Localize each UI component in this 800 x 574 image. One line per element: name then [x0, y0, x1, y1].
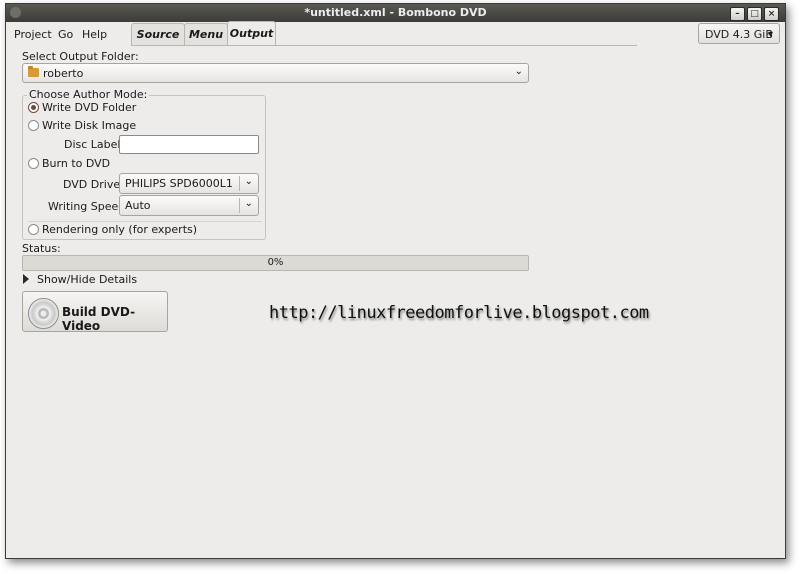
writing-speed-select[interactable]: Auto ⌄: [119, 195, 259, 216]
radio-write-dvd-folder[interactable]: [28, 102, 39, 113]
progress-bar: 0%: [22, 255, 529, 271]
disc-label-label: Disc Label:: [64, 138, 125, 151]
radio-rendering-only[interactable]: [28, 224, 39, 235]
app-window: *untitled.xml - Bombono DVD – □ × Projec…: [5, 3, 786, 559]
writing-speed-label: Writing Speed:: [48, 200, 129, 213]
dvd-drive-label: DVD Drive:: [63, 178, 124, 191]
dvd-drive-select[interactable]: PHILIPS SPD6000L1 ⌄: [119, 173, 259, 194]
tab-source[interactable]: Source: [131, 23, 185, 45]
output-folder-value: roberto: [43, 67, 84, 80]
writing-speed-value: Auto: [125, 199, 151, 212]
combo-separator: [239, 176, 240, 191]
disc-label-input[interactable]: [119, 135, 259, 154]
window-title: *untitled.xml - Bombono DVD: [304, 6, 487, 19]
menu-go[interactable]: Go: [58, 28, 73, 41]
title-bar[interactable]: *untitled.xml - Bombono DVD – □ ×: [6, 4, 785, 22]
tab-menu[interactable]: Menu: [184, 23, 228, 45]
build-dvd-video-button[interactable]: Build DVD-Video: [22, 291, 168, 333]
combo-separator: [239, 198, 240, 213]
disc-type-select[interactable]: DVD 4.3 GiB ▾: [698, 23, 780, 44]
tab-output[interactable]: Output: [227, 21, 276, 45]
chevron-down-icon: ⌄: [244, 198, 253, 209]
radio-burn-to-dvd[interactable]: [28, 158, 39, 169]
author-mode-title: Choose Author Mode:: [27, 88, 150, 101]
label-write-dvd-folder[interactable]: Write DVD Folder: [42, 101, 136, 114]
menu-project[interactable]: Project: [14, 28, 52, 41]
minimize-button[interactable]: –: [730, 7, 745, 21]
triangle-right-icon[interactable]: [23, 274, 29, 284]
progress-text: 0%: [267, 257, 284, 268]
label-rendering-only[interactable]: Rendering only (for experts): [42, 223, 197, 236]
output-folder-select[interactable]: roberto ⌄: [22, 63, 529, 83]
watermark-text: http://linuxfreedomforlive.blogspot.com: [269, 303, 649, 323]
build-button-label: Build DVD-Video: [62, 305, 136, 333]
chevron-down-icon: ⌄: [244, 176, 253, 187]
disc-type-value: DVD 4.3 GiB: [705, 28, 773, 41]
label-write-disk-image[interactable]: Write Disk Image: [42, 119, 136, 132]
folder-icon: [28, 66, 39, 77]
chevron-down-icon: ▾: [767, 29, 773, 40]
frame-separator: [28, 221, 262, 222]
label-burn-to-dvd[interactable]: Burn to DVD: [42, 157, 110, 170]
dvd-disc-icon: [28, 298, 59, 329]
radio-write-disk-image[interactable]: [28, 120, 39, 131]
show-hide-details-toggle[interactable]: Show/Hide Details: [37, 273, 137, 286]
maximize-button[interactable]: □: [747, 7, 762, 21]
dvd-drive-value: PHILIPS SPD6000L1: [125, 177, 233, 190]
close-button[interactable]: ×: [764, 7, 779, 21]
status-label: Status:: [22, 242, 61, 255]
output-folder-label: Select Output Folder:: [22, 50, 139, 63]
chevron-down-icon: ⌄: [514, 66, 523, 77]
menu-help[interactable]: Help: [82, 28, 107, 41]
tab-strip-border: [131, 45, 637, 46]
